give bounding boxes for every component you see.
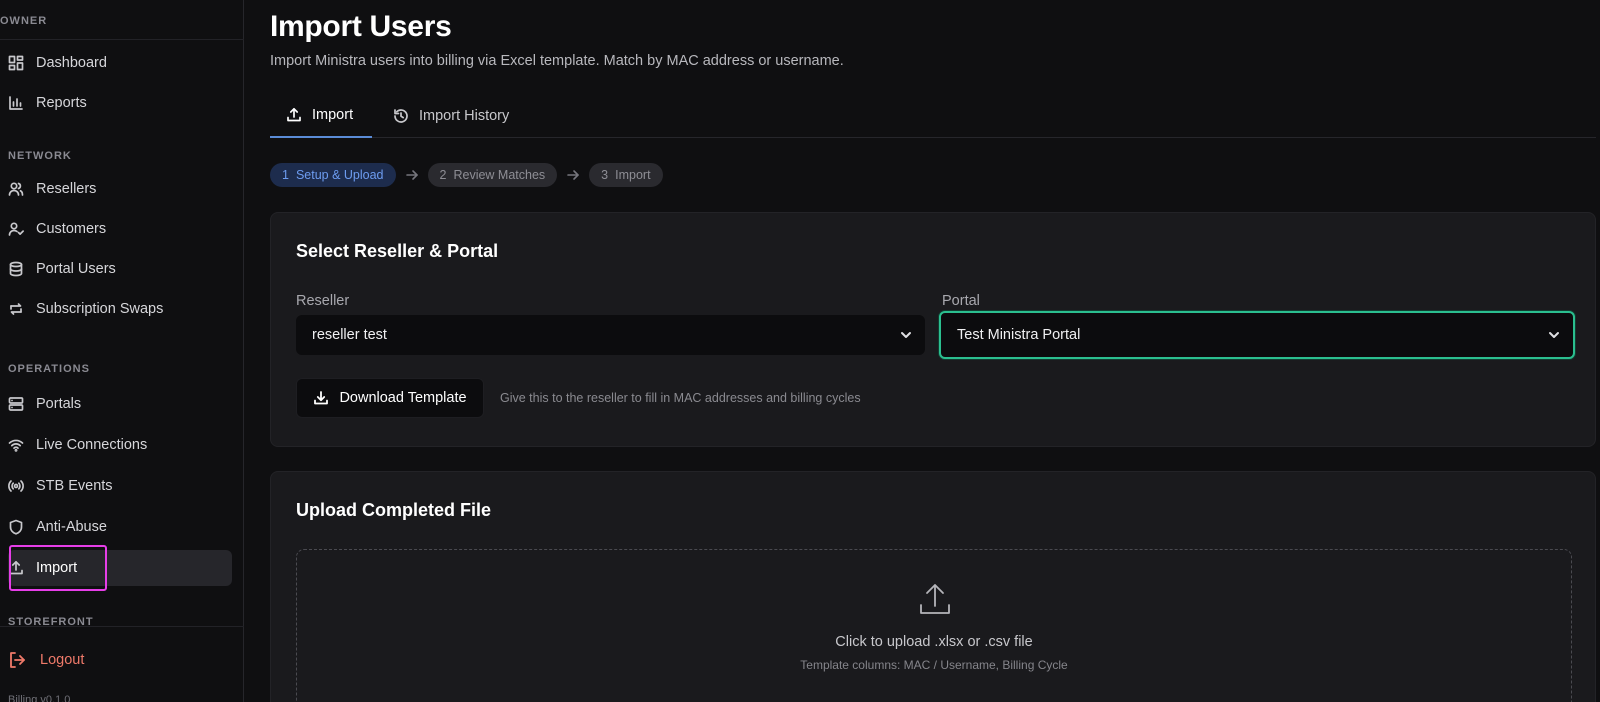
bar-chart-icon [8,95,24,111]
sidebar: OWNER Dashboard Reports NETWORK Reseller… [0,0,244,702]
portal-select[interactable]: Test Ministra Portal [939,311,1575,359]
section-label-network: NETWORK [8,150,72,162]
portal-label: Portal [942,293,980,309]
logout-label: Logout [40,652,85,668]
download-template-label: Download Template [339,390,467,406]
arrow-right-icon [396,168,428,182]
tab-label: Import History [419,108,510,124]
section-divider [0,39,244,40]
sidebar-item-dashboard[interactable]: Dashboard [8,45,232,81]
section-label-operations: OPERATIONS [8,363,90,375]
broadcast-icon [8,478,24,494]
sidebar-item-label: Live Connections [36,437,148,453]
page-title: Import Users [270,10,452,43]
version-label: Billing v0.1.0 [8,694,71,702]
tab-label: Import [312,107,354,123]
database-icon [8,261,24,277]
logout-button[interactable]: Logout [8,648,84,672]
server-icon [8,396,24,412]
sidebar-item-label: STB Events [36,478,113,494]
dashboard-icon [8,55,24,71]
step-label: Import [615,168,651,182]
chevron-down-icon [1547,328,1561,346]
reseller-value: reseller test [312,327,387,343]
sidebar-item-reports[interactable]: Reports [8,85,232,121]
reseller-select[interactable]: reseller test [296,315,925,355]
card-title: Upload Completed File [296,500,492,520]
dropzone-text: Click to upload .xlsx or .csv file [835,634,1033,650]
sidebar-item-label: Portal Users [36,261,116,277]
dropzone-subtext: Template columns: MAC / Username, Billin… [800,658,1068,672]
upload-icon [8,560,24,576]
step-label: Setup & Upload [295,168,384,182]
reseller-label: Reseller [296,293,350,309]
users-icon [8,181,24,197]
user-check-icon [8,221,24,237]
tab-import[interactable]: Import [270,98,372,138]
step-number: 1 [282,168,289,182]
card-title: Select Reseller & Portal [296,241,499,261]
select-reseller-portal-card: Select Reseller & Portal Reseller resell… [270,212,1596,447]
sidebar-item-label: Resellers [36,181,97,197]
sidebar-item-customers[interactable]: Customers [8,211,232,247]
file-dropzone[interactable]: Click to upload .xlsx or .csv file Templ… [296,549,1572,702]
sidebar-item-subscription-swaps[interactable]: Subscription Swaps [8,291,232,327]
sidebar-item-live-connections[interactable]: Live Connections [8,427,232,463]
chevron-down-icon [899,328,913,346]
upload-icon [287,107,301,122]
sidebar-item-import[interactable]: Import [8,550,232,586]
step-number: 3 [601,168,609,182]
sidebar-item-label: Anti-Abuse [36,519,107,535]
sidebar-item-stb-events[interactable]: STB Events [8,468,232,504]
portal-value: Test Ministra Portal [957,327,1081,343]
logout-icon [10,652,25,668]
download-hint: Give this to the reseller to fill in MAC… [500,391,861,405]
sidebar-item-portal-users[interactable]: Portal Users [8,251,232,287]
main-content: Import Users Import Ministra users into … [270,0,1596,702]
history-icon [394,109,408,123]
tab-import-history[interactable]: Import History [377,98,525,138]
section-divider [0,626,244,627]
sidebar-item-resellers[interactable]: Resellers [8,171,232,207]
swap-icon [8,301,24,317]
arrow-right-icon [557,168,589,182]
sidebar-item-label: Reports [36,95,87,111]
step-number: 2 [439,168,447,182]
upload-file-card: Upload Completed File Click to upload .x… [270,471,1596,702]
tab-bar: Import Import History [270,98,1596,138]
sidebar-item-label: Portals [36,396,82,412]
sidebar-item-label: Import [36,560,78,576]
section-label-owner: OWNER [0,15,48,27]
stepper: 1 Setup & Upload 2 Review Matches 3 Impo… [270,162,663,188]
step-import: 3 Import [589,163,663,187]
sidebar-item-portals[interactable]: Portals [8,386,232,422]
shield-icon [8,519,24,535]
upload-icon [917,582,953,618]
sidebar-item-label: Subscription Swaps [36,301,164,317]
sidebar-item-anti-abuse[interactable]: Anti-Abuse [8,509,232,545]
wifi-icon [8,437,24,453]
sidebar-item-label: Customers [36,221,107,237]
download-icon [314,391,329,405]
page-subtitle: Import Ministra users into billing via E… [270,53,844,69]
step-label: Review Matches [453,168,546,182]
step-review-matches: 2 Review Matches [427,163,558,187]
sidebar-item-label: Dashboard [36,55,107,71]
download-template-button[interactable]: Download Template [296,378,484,418]
step-setup-upload: 1 Setup & Upload [270,163,396,187]
